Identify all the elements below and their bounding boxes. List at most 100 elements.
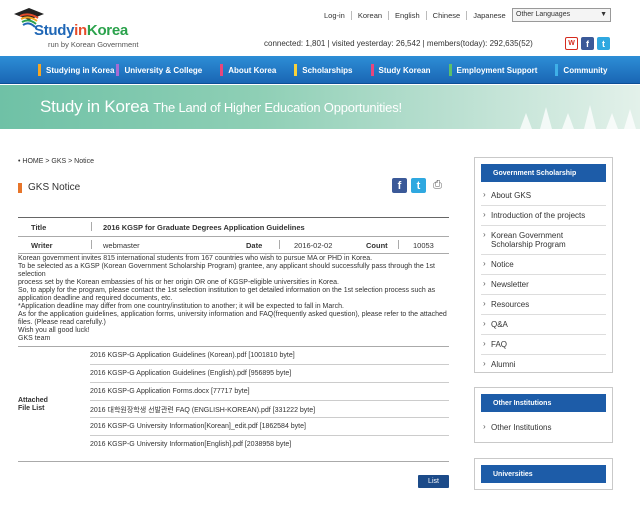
attachments-bottom-border (18, 461, 449, 462)
attachment-link[interactable]: 2016 KGSP-G University Information[Engli… (90, 441, 291, 448)
japanese-link[interactable]: Japanese (466, 11, 512, 20)
tree-decoration-icon (540, 107, 552, 129)
english-link[interactable]: English (388, 11, 426, 20)
notice-body: Korean government invites 815 internatio… (18, 255, 449, 343)
nav-label: Scholarships (302, 65, 353, 75)
sidebar-item-introduction[interactable]: Introduction of the projects (481, 206, 606, 226)
attachment-link[interactable]: 2016 KGSP-G University Information[Korea… (90, 423, 306, 430)
file-divider (90, 435, 449, 436)
row-divider (18, 236, 449, 237)
nav-scholarships[interactable]: Scholarships (288, 56, 353, 84)
sidebar-heading: Other Institutions (481, 394, 606, 412)
site-logo[interactable]: StudyinKorea run by Korean Government (12, 4, 152, 50)
twitter-icon[interactable]: t (597, 37, 610, 50)
site-header: StudyinKorea run by Korean Government Lo… (0, 0, 640, 54)
date-value: 2016-02-02 (294, 241, 333, 250)
body-line: Korean government invites 815 internatio… (18, 255, 373, 262)
sidebar-item-qna[interactable]: Q&A (481, 315, 606, 335)
nav-label: Studying in Korea (46, 65, 115, 75)
file-divider (90, 400, 449, 401)
body-line: process set by the Korean embassies of h… (18, 279, 339, 286)
tree-decoration-icon (624, 109, 636, 129)
facebook-icon[interactable]: f (581, 37, 594, 50)
nav-label: About Korea (228, 65, 277, 75)
nav-employment-support[interactable]: Employment Support (443, 56, 538, 84)
file-divider (90, 382, 449, 383)
attached-label-line: Attached (18, 397, 48, 404)
attachment-link[interactable]: 2016 대학원장학생 선발관련 FAQ (ENGLISH-KOREAN).pd… (90, 405, 315, 415)
twitter-share-icon[interactable]: t (411, 178, 426, 193)
sidebar-item-notice[interactable]: Notice (481, 255, 606, 275)
attachment-link[interactable]: 2016 KGSP-G Application Guidelines (Engl… (90, 370, 291, 377)
divider (91, 222, 92, 231)
share-buttons: f t ⎙ (392, 178, 445, 193)
writer-value: webmaster (103, 241, 140, 250)
banner-title: Study in Korea The Land of Higher Educat… (40, 97, 402, 117)
banner-title-main: Study in Korea (40, 97, 149, 116)
divider (91, 240, 92, 249)
sidebar-item-newsletter[interactable]: Newsletter (481, 275, 606, 295)
attachment-link[interactable]: 2016 KGSP-G Application Guidelines (Kore… (90, 352, 295, 359)
logo-brand: StudyinKorea (34, 22, 128, 39)
page-title-text: GKS Notice (28, 182, 81, 193)
attachment-link[interactable]: 2016 KGSP-G Application Forms.docx [7771… (90, 388, 250, 395)
sidebar-item-resources[interactable]: Resources (481, 295, 606, 315)
nav-label: University & College (124, 65, 203, 75)
nav-studying-in-korea[interactable]: Studying in Korea (32, 56, 114, 84)
hero-banner: Study in Korea The Land of Higher Educat… (0, 85, 640, 129)
notice-title: 2016 KGSP for Graduate Degrees Applicati… (103, 223, 305, 232)
divider (279, 240, 280, 249)
weibo-icon[interactable]: W (565, 37, 578, 50)
chinese-link[interactable]: Chinese (425, 11, 467, 20)
body-line: Wish you all good luck! (18, 327, 90, 334)
body-line: GKS team (18, 335, 51, 342)
facebook-share-icon[interactable]: f (392, 178, 407, 193)
tree-decoration-icon (562, 113, 574, 129)
nav-community[interactable]: Community (549, 56, 607, 84)
title-label: Title (31, 223, 47, 232)
body-line: application deadline and required docume… (18, 295, 173, 302)
sidebar-government-scholarship: Government Scholarship About GKS Introdu… (474, 157, 613, 373)
korean-link[interactable]: Korean (350, 11, 388, 20)
sidebar-item-other-institutions[interactable]: Other Institutions (481, 418, 606, 437)
count-value: 10053 (413, 241, 434, 250)
login-link[interactable]: Log-in (318, 11, 351, 20)
breadcrumb: • HOME > GKS > Notice (18, 158, 94, 165)
divider (398, 240, 399, 249)
tree-decoration-icon (520, 113, 532, 129)
nav-marker-icon (294, 64, 298, 76)
body-line: So, to apply for the program, please con… (18, 287, 436, 294)
print-icon[interactable]: ⎙ (430, 178, 445, 193)
tree-decoration-icon (584, 105, 596, 129)
nav-marker-icon (116, 64, 120, 76)
visitor-stats: connected: 1,801 | visited yesterday: 26… (264, 39, 533, 48)
file-divider (90, 417, 449, 418)
body-line: To be selected as a KGSP (Korean Governm… (18, 263, 435, 278)
attached-file-list-label: Attached File List (18, 397, 48, 413)
sidebar-item-kgsp[interactable]: Korean Government Scholarship Program (481, 226, 606, 255)
sidebar-item-alumni[interactable]: Alumni (481, 355, 606, 374)
body-line: *Application deadline may differ from on… (18, 303, 344, 310)
chevron-down-icon: ▼ (600, 11, 607, 18)
nav-marker-icon (555, 64, 559, 76)
body-line: As for the application guidelines, appli… (18, 311, 447, 318)
sidebar-item-faq[interactable]: FAQ (481, 335, 606, 355)
sidebar-item-about-gks[interactable]: About GKS (481, 186, 606, 206)
nav-about-korea[interactable]: About Korea (214, 56, 276, 84)
nav-university-college[interactable]: University & College (110, 56, 202, 84)
file-divider (90, 364, 449, 365)
nav-label: Employment Support (456, 65, 538, 75)
page-title: GKS Notice (18, 182, 80, 193)
nav-marker-icon (370, 64, 374, 76)
nav-label: Study Korean (378, 65, 431, 75)
nav-marker-icon (38, 64, 41, 76)
language-select[interactable]: Other Languages ▼ (512, 8, 611, 22)
sidebar-other-institutions: Other Institutions Other Institutions (474, 387, 613, 443)
sidebar-universities: Universities (474, 458, 613, 490)
table-top-border (18, 217, 449, 218)
row-divider (18, 253, 449, 254)
main-nav: Studying in Korea University & College A… (0, 56, 640, 84)
nav-study-korean[interactable]: Study Korean (365, 56, 431, 84)
sidebar-heading: Government Scholarship (481, 164, 606, 182)
list-button[interactable]: List (418, 475, 449, 488)
